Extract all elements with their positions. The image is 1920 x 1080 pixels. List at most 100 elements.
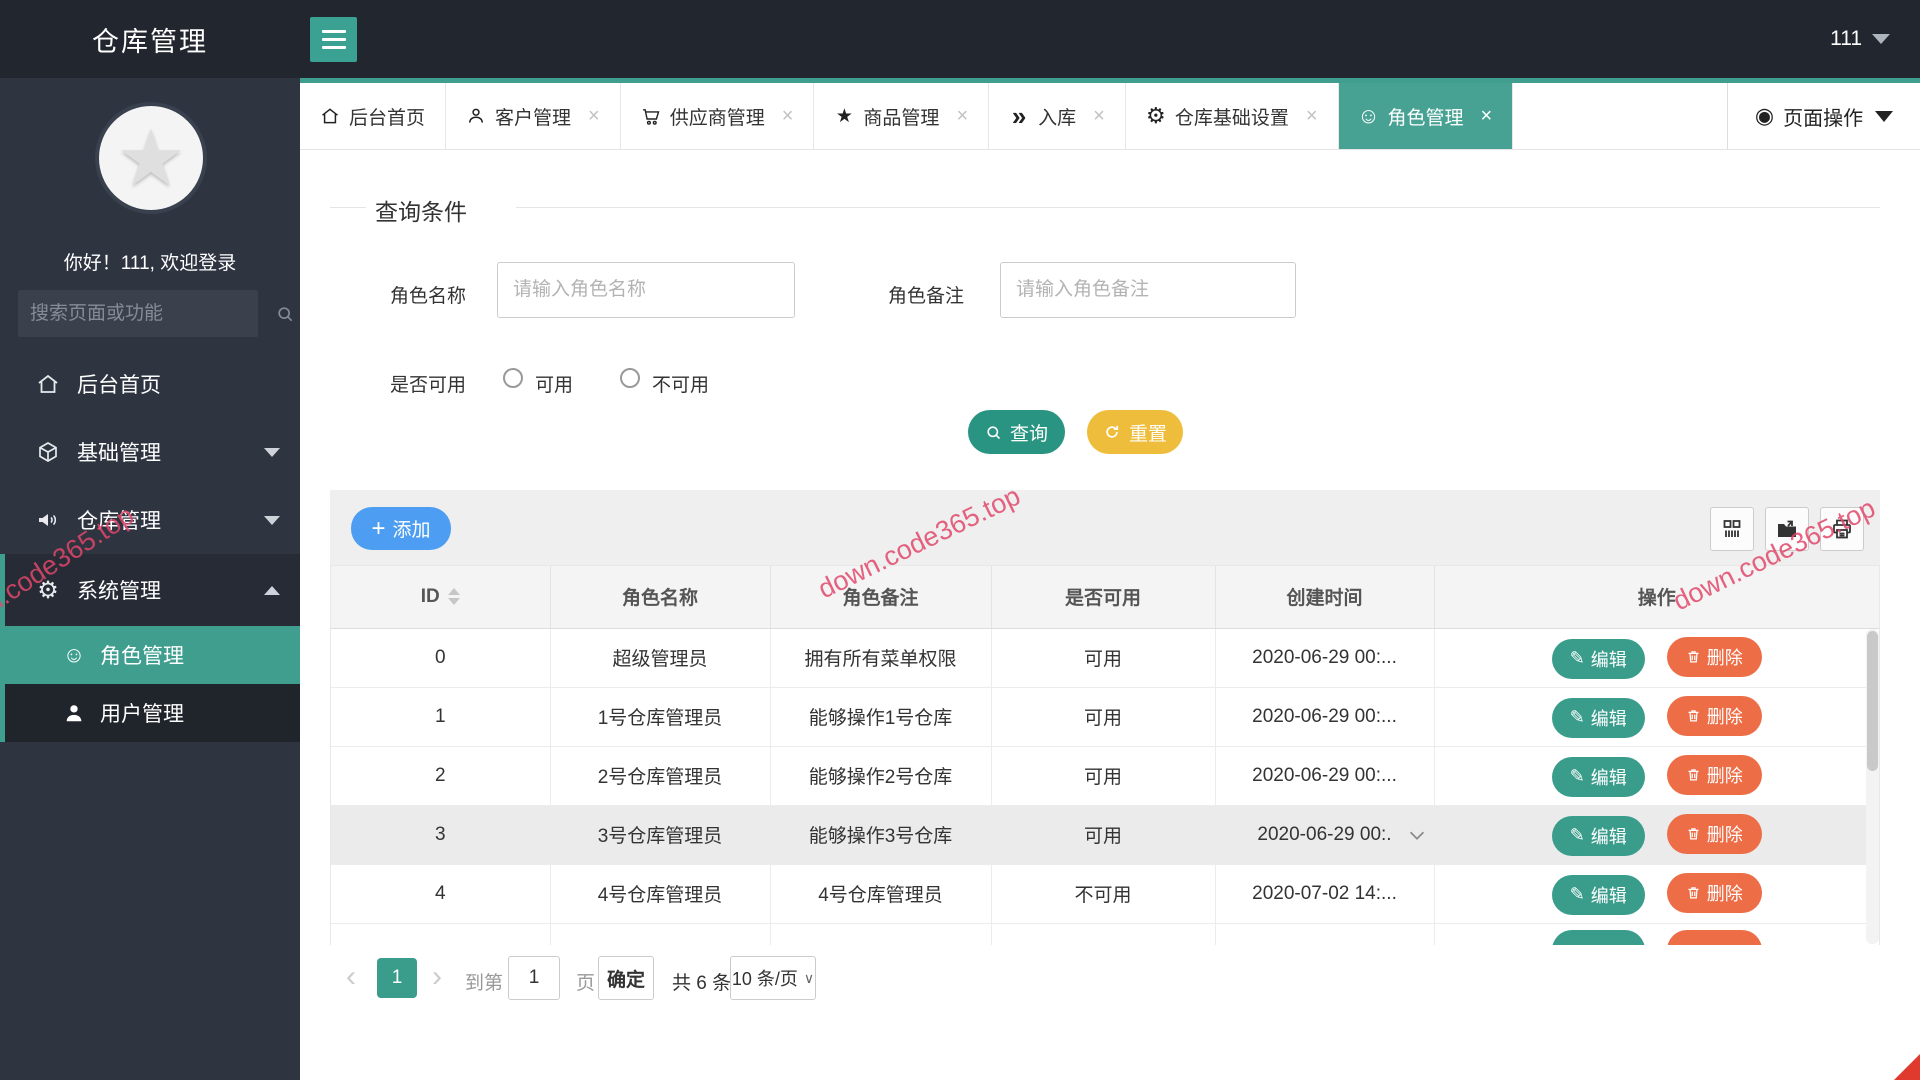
sidebar-subitem-label: 角色管理: [100, 645, 184, 668]
row-expand-chevron-icon[interactable]: [1406, 824, 1428, 846]
delete-button[interactable]: 删除: [1666, 695, 1762, 736]
cell-name: 3号仓库管理员: [550, 805, 771, 865]
table-row-partial[interactable]: [331, 923, 1879, 945]
tab-label: 入库: [1038, 107, 1077, 129]
edit-button[interactable]: ✎ 编辑: [1551, 638, 1645, 679]
double-chevron-icon: »: [1011, 100, 1027, 131]
greeting-text: 你好！111, 欢迎登录: [63, 253, 237, 274]
page-word-label: 页: [576, 973, 596, 994]
sidebar-item-system[interactable]: ⚙ 系统管理: [0, 554, 300, 626]
tab-customers[interactable]: 客户管理 ×: [446, 83, 621, 149]
sidebar-search[interactable]: [18, 290, 293, 337]
trash-icon: [1688, 828, 1699, 840]
user-menu[interactable]: 111: [1830, 0, 1890, 78]
close-icon[interactable]: ×: [956, 105, 968, 128]
trash-icon: [1688, 769, 1699, 781]
tab-label: 供应商管理: [669, 107, 765, 129]
sidebar-item-home[interactable]: 后台首页: [0, 350, 300, 418]
export-button[interactable]: [1765, 507, 1809, 551]
sidebar: ★ 你好！111, 欢迎登录 后台首页 基础管理 仓库管理: [0, 78, 300, 1080]
cell-enabled: 可用: [991, 628, 1216, 688]
delete-button[interactable]: 删除: [1666, 754, 1762, 795]
goto-page-input[interactable]: [508, 956, 560, 1000]
tab-inbound[interactable]: » 入库 ×: [989, 83, 1126, 149]
total-count-label: 共 6 条: [672, 973, 732, 994]
table-toolbar: + 添加: [330, 490, 1880, 565]
goto-page-label: 到第: [465, 973, 504, 994]
star-icon: ★: [835, 105, 853, 127]
edit-button[interactable]: ✎ 编辑: [1551, 756, 1645, 797]
sort-icon[interactable]: [447, 588, 460, 606]
home-icon: [320, 106, 340, 126]
trash-icon: [1688, 651, 1699, 663]
columns-toggle-button[interactable]: [1710, 507, 1754, 551]
page-operations-dropdown[interactable]: ◉ 页面操作: [1727, 83, 1920, 149]
current-page-button[interactable]: 1: [377, 958, 417, 998]
cell-created: 2020-06-29 00:.: [1257, 823, 1392, 845]
radio-disabled[interactable]: [620, 368, 640, 388]
edit-button[interactable]: ✎ 编辑: [1551, 815, 1645, 856]
page-size-value: 10 条/页: [731, 969, 798, 989]
sidebar-toggle-button[interactable]: [310, 17, 357, 62]
edit-button[interactable]: ✎ 编辑: [1551, 874, 1645, 915]
cell-remark: 能够操作1号仓库: [770, 687, 992, 747]
tab-label: 仓库基础设置: [1174, 107, 1289, 129]
pencil-icon: ✎: [1569, 648, 1585, 668]
smiley-icon: ☺: [1357, 103, 1380, 128]
tab-role-management[interactable]: ☺ 角色管理 ×: [1338, 83, 1514, 149]
col-header-created: 创建时间: [1215, 566, 1435, 629]
tab-home[interactable]: 后台首页: [300, 83, 447, 149]
sidebar-item-warehouse[interactable]: 仓库管理: [0, 486, 300, 554]
role-remark-label: 角色备注: [888, 286, 965, 307]
radio-enabled[interactable]: [503, 368, 523, 388]
sidebar-item-label: 后台首页: [77, 374, 161, 397]
delete-button[interactable]: 删除: [1666, 813, 1762, 854]
sidebar-search-input[interactable]: [30, 302, 275, 325]
delete-button[interactable]: 删除: [1666, 636, 1762, 677]
cell-id: 4: [331, 864, 551, 924]
close-icon[interactable]: ×: [1093, 105, 1105, 128]
close-icon[interactable]: ×: [588, 105, 600, 128]
delete-button[interactable]: 删除: [1666, 872, 1762, 913]
table-row[interactable]: 4 4号仓库管理员 4号仓库管理员 不可用 2020-07-02 14:... …: [331, 864, 1879, 924]
role-remark-input[interactable]: [1000, 262, 1296, 318]
cell-created: 2020-06-29 00:...: [1215, 687, 1435, 747]
table-row[interactable]: 0 超级管理员 拥有所有菜单权限 可用 2020-06-29 00:... ✎ 编…: [331, 628, 1879, 688]
add-button[interactable]: + 添加: [351, 507, 451, 550]
close-icon[interactable]: ×: [782, 105, 794, 128]
close-icon[interactable]: ×: [1306, 105, 1318, 128]
confirm-page-button[interactable]: 确定: [598, 956, 654, 1000]
table-row[interactable]: 2 2号仓库管理员 能够操作2号仓库 可用 2020-06-29 00:... …: [331, 746, 1879, 806]
tab-label: 客户管理: [495, 107, 572, 129]
prev-page-button[interactable]: ‹: [346, 957, 356, 997]
tab-warehouse-settings[interactable]: ⚙ 仓库基础设置 ×: [1126, 83, 1339, 149]
tab-suppliers[interactable]: 供应商管理 ×: [621, 83, 815, 149]
sidebar-item-basic[interactable]: 基础管理: [0, 418, 300, 486]
print-button[interactable]: [1820, 507, 1864, 551]
tab-products[interactable]: ★ 商品管理 ×: [814, 83, 990, 149]
scrollbar-thumb[interactable]: [1867, 631, 1878, 771]
role-name-input[interactable]: [497, 262, 795, 318]
cell-created: 2020-07-02 14:...: [1215, 864, 1435, 924]
table-row-highlighted[interactable]: 3 3号仓库管理员 能够操作3号仓库 可用 2020-06-29 00:. ✎ 编…: [331, 805, 1879, 865]
reset-button[interactable]: 重置: [1087, 410, 1183, 454]
col-header-id[interactable]: ID: [331, 566, 551, 629]
search-button[interactable]: 查询: [968, 410, 1065, 454]
gear-icon: ⚙: [37, 576, 59, 604]
close-icon[interactable]: ×: [1481, 105, 1493, 128]
table-scrollbar[interactable]: [1866, 629, 1879, 944]
user-icon: [62, 701, 86, 725]
edit-button[interactable]: ✎ 编辑: [1551, 697, 1645, 738]
cell-created: 2020-06-29 00:...: [1215, 746, 1435, 806]
search-icon: [275, 304, 295, 324]
chevron-down-icon: ∨: [803, 969, 815, 986]
sidebar-item-role-management[interactable]: ☺ 角色管理: [0, 626, 300, 684]
edit-button[interactable]: [1551, 929, 1645, 945]
reset-button-label: 重置: [1128, 423, 1167, 445]
next-page-button[interactable]: ›: [432, 957, 442, 997]
table-row[interactable]: 1 1号仓库管理员 能够操作1号仓库 可用 2020-06-29 00:... …: [331, 687, 1879, 747]
delete-button[interactable]: [1666, 929, 1762, 945]
sidebar-item-user-management[interactable]: 用户管理: [0, 684, 300, 742]
page-size-select[interactable]: 10 条/页 ∨: [730, 956, 816, 1000]
search-button-label: 查询: [1009, 423, 1048, 445]
